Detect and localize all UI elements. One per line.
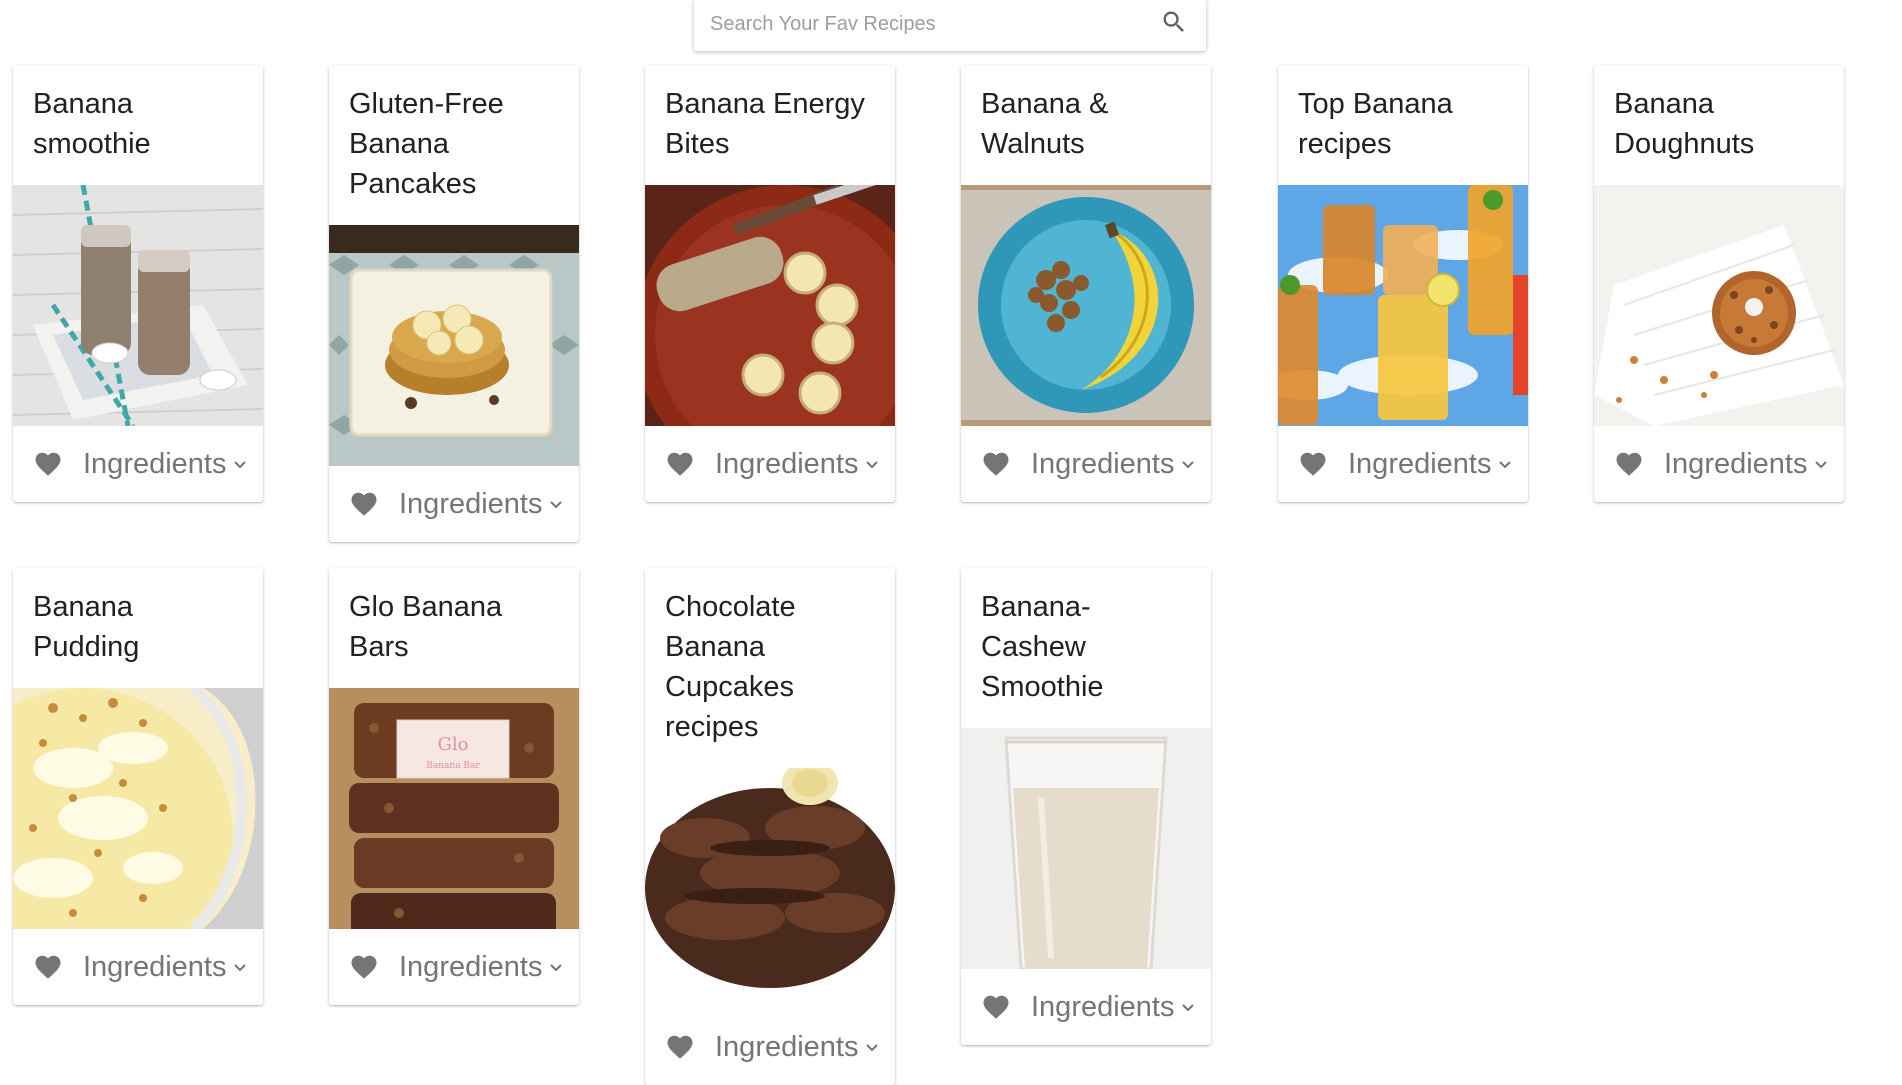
chevron-down-icon	[1180, 456, 1196, 472]
ingredients-toggle[interactable]: Ingredients	[1031, 448, 1196, 481]
card-actions: Ingredients	[1594, 426, 1844, 502]
recipe-title: Banana Pudding	[33, 591, 140, 663]
recipe-title: Glo Banana Bars	[349, 591, 503, 663]
chocolate-cupcake-photo	[645, 768, 895, 1009]
ingredients-toggle[interactable]: Ingredients	[83, 951, 248, 984]
ingredients-label: Ingredients	[1348, 447, 1492, 480]
ingredients-toggle[interactable]: Ingredients	[1664, 448, 1829, 481]
chevron-down-icon	[548, 496, 564, 512]
heart-icon[interactable]	[349, 952, 379, 982]
heart-icon[interactable]	[665, 1032, 695, 1062]
glo-sublabel: Banana Bar	[426, 761, 480, 771]
card-actions: Ingredients	[13, 426, 263, 502]
ingredients-label: Ingredients	[83, 950, 227, 983]
chevron-down-icon	[548, 959, 564, 975]
recipe-title: Banana smoothie	[33, 88, 151, 160]
recipe-card: Banana Doughnuts Ingredients	[1594, 65, 1844, 502]
chevron-down-icon	[1180, 999, 1196, 1015]
ingredients-toggle[interactable]: Ingredients	[715, 1031, 880, 1064]
recipe-title: Banana Energy Bites	[665, 88, 865, 160]
recipe-card: Banana & Walnuts Ingredients	[961, 65, 1211, 502]
search-input[interactable]	[694, 0, 1134, 51]
banana-bars-photo: Glo Banana Bar	[329, 688, 579, 929]
ingredients-label: Ingredients	[715, 1030, 859, 1063]
heart-icon[interactable]	[33, 449, 63, 479]
recipe-title: Banana-Cashew Smoothie	[981, 591, 1104, 703]
recipe-card: Banana smoothie Ingredients	[13, 65, 263, 502]
cashew-smoothie-photo	[961, 728, 1211, 969]
chevron-down-icon	[232, 456, 248, 472]
ingredients-toggle[interactable]: Ingredients	[399, 951, 564, 984]
card-actions: Ingredients	[961, 969, 1211, 1045]
recipe-card: Gluten-Free Banana Pancakes Ingredients	[329, 65, 579, 542]
recipe-title: Gluten-Free Banana Pancakes	[349, 88, 504, 200]
chevron-down-icon	[864, 1039, 880, 1055]
chevron-down-icon	[864, 456, 880, 472]
ingredients-toggle[interactable]: Ingredients	[83, 448, 248, 481]
heart-icon[interactable]	[665, 449, 695, 479]
banana-pudding-photo	[13, 688, 263, 929]
recipe-card: Glo Banana Bars Glo Banana Bar Ingredien…	[329, 568, 579, 1005]
heart-icon[interactable]	[33, 952, 63, 982]
ingredients-toggle[interactable]: Ingredients	[1348, 448, 1513, 481]
iced-drinks-photo	[1278, 185, 1528, 426]
card-actions: Ingredients	[961, 426, 1211, 502]
card-actions: Ingredients	[329, 466, 579, 542]
heart-icon[interactable]	[1614, 449, 1644, 479]
card-actions: Ingredients	[329, 929, 579, 1005]
recipe-title: Chocolate Banana Cupcakes recipes	[665, 591, 796, 743]
chevron-down-icon	[1497, 456, 1513, 472]
banana-energy-bites-photo	[645, 185, 895, 426]
ingredients-label: Ingredients	[399, 950, 543, 983]
ingredients-label: Ingredients	[399, 487, 543, 520]
chevron-down-icon	[232, 959, 248, 975]
banana-walnuts-photo	[961, 185, 1211, 426]
heart-icon[interactable]	[349, 489, 379, 519]
card-actions: Ingredients	[1278, 426, 1528, 502]
heart-icon[interactable]	[981, 992, 1011, 1022]
heart-icon[interactable]	[981, 449, 1011, 479]
recipe-card: Banana-Cashew Smoothie Ingredients	[961, 568, 1211, 1045]
recipe-card: Banana Energy Bites Ingredients	[645, 65, 895, 502]
recipe-title: Banana Doughnuts	[1614, 88, 1755, 160]
banana-smoothie-photo	[13, 185, 263, 426]
ingredients-toggle[interactable]: Ingredients	[1031, 991, 1196, 1024]
recipe-title: Top Banana recipes	[1298, 88, 1453, 160]
recipe-title: Banana & Walnuts	[981, 88, 1109, 160]
ingredients-label: Ingredients	[715, 447, 859, 480]
search-bar	[694, 0, 1206, 51]
banana-pancakes-photo	[329, 225, 579, 466]
card-actions: Ingredients	[645, 1009, 895, 1085]
recipe-card: Banana Pudding Ingredients	[13, 568, 263, 1005]
card-actions: Ingredients	[645, 426, 895, 502]
glo-label: Glo	[438, 734, 469, 755]
recipe-card: Chocolate Banana Cupcakes recipes Ingred…	[645, 568, 895, 1085]
ingredients-toggle[interactable]: Ingredients	[715, 448, 880, 481]
ingredients-label: Ingredients	[1031, 447, 1175, 480]
ingredients-toggle[interactable]: Ingredients	[399, 488, 564, 521]
ingredients-label: Ingredients	[83, 447, 227, 480]
search-icon[interactable]	[1160, 8, 1188, 36]
recipe-card: Top Banana recipes Ingredients	[1278, 65, 1528, 502]
heart-icon[interactable]	[1298, 449, 1328, 479]
ingredients-label: Ingredients	[1664, 447, 1808, 480]
ingredients-label: Ingredients	[1031, 990, 1175, 1023]
chevron-down-icon	[1813, 456, 1829, 472]
banana-doughnut-photo	[1594, 185, 1844, 426]
card-actions: Ingredients	[13, 929, 263, 1005]
